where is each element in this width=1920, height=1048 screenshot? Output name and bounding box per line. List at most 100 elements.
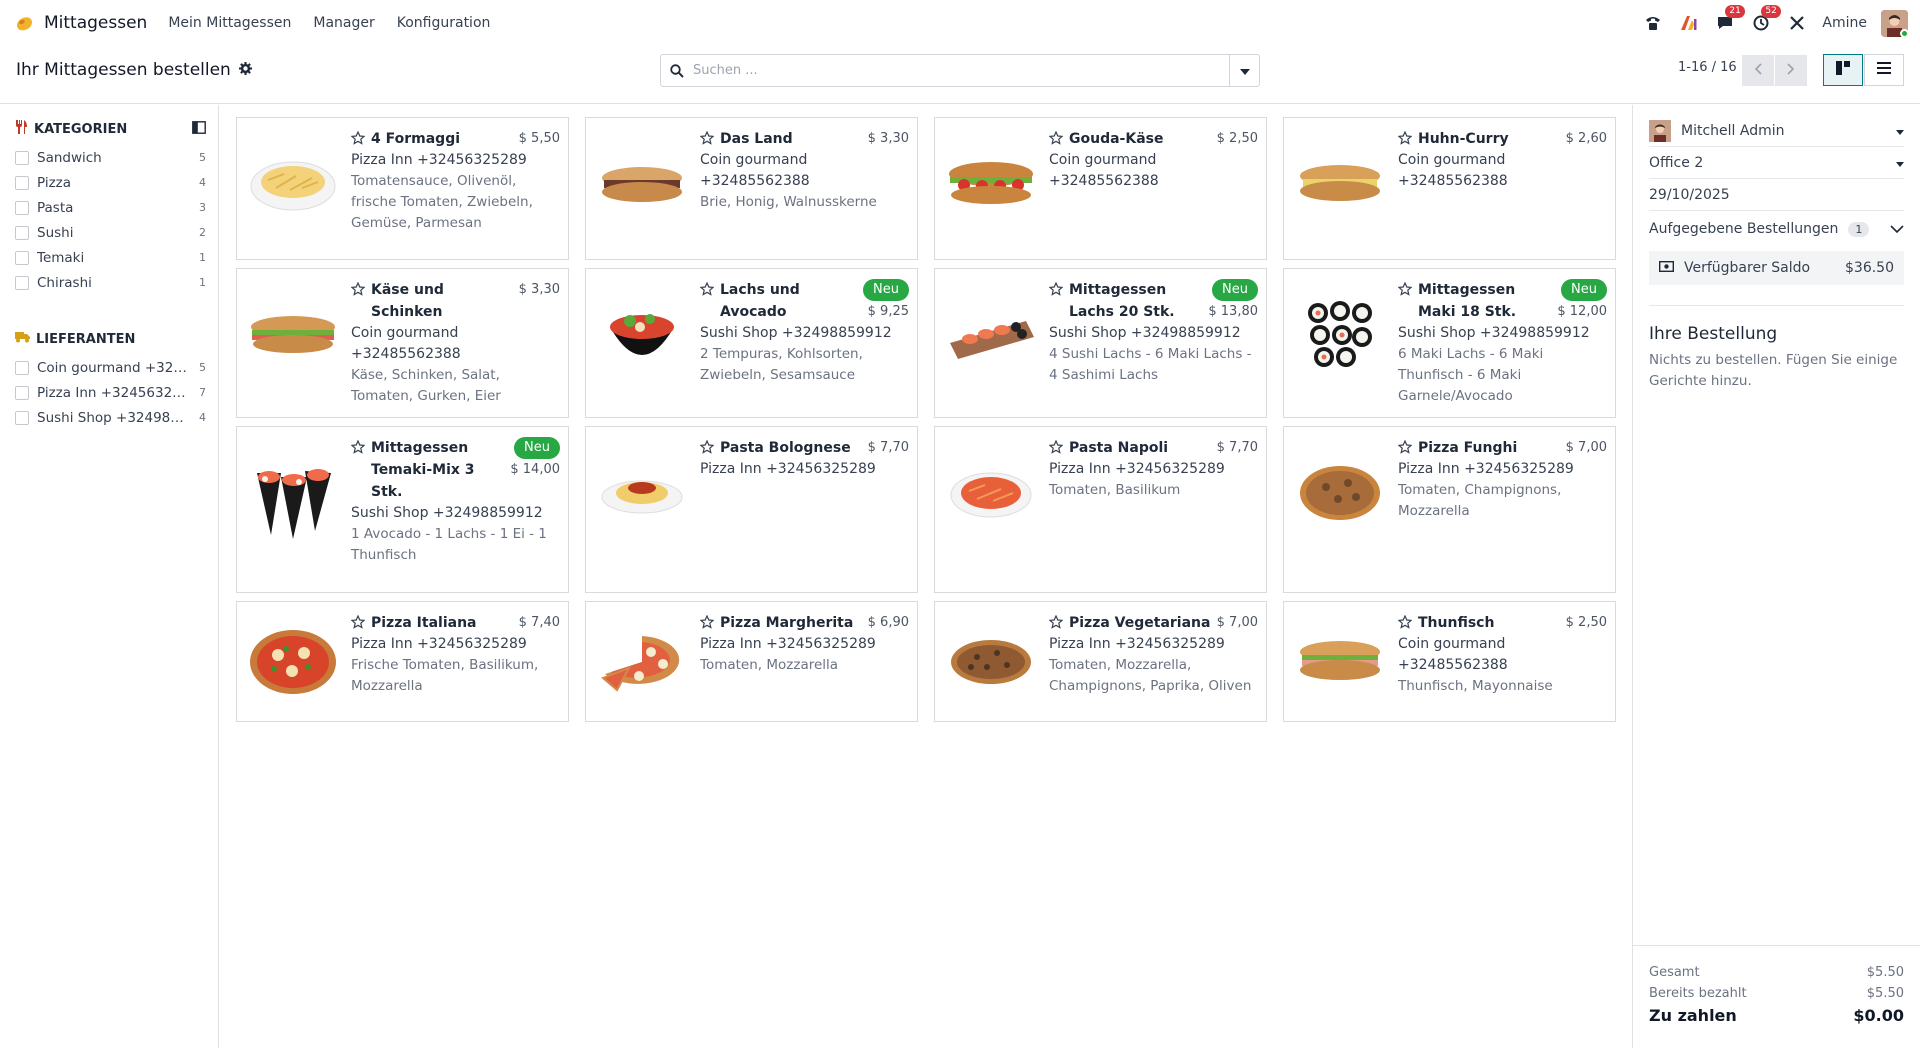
pager-value[interactable]: 1-16 / 16 xyxy=(1678,60,1737,75)
star-icon[interactable] xyxy=(1048,130,1064,149)
product-card[interactable]: Pizza Vegetariana $ 7,00 Pizza Inn +3245… xyxy=(934,601,1267,722)
star-icon[interactable] xyxy=(350,614,366,633)
page-title: Ihr Mittagessen bestellen xyxy=(16,60,252,80)
gear-icon[interactable] xyxy=(238,60,252,80)
kanban-icon xyxy=(1836,61,1850,79)
star-icon[interactable] xyxy=(350,281,366,300)
product-price: $ 6,90 xyxy=(867,615,909,630)
app-name[interactable]: Mittagessen xyxy=(44,13,147,33)
search-options-toggle[interactable] xyxy=(1229,55,1259,86)
product-card[interactable]: Pasta Napoli $ 7,70 Pizza Inn +324563252… xyxy=(934,426,1267,593)
product-card[interactable]: Lachs und Avocado Neu $ 9,25 Sushi Shop +… xyxy=(585,268,918,418)
sandwich-image xyxy=(945,138,1037,230)
star-icon[interactable] xyxy=(699,130,715,149)
star-icon[interactable] xyxy=(350,130,366,149)
product-card[interactable]: Pasta Bolognese $ 7,70 Pizza Inn +324563… xyxy=(585,426,918,593)
product-card[interactable]: Das Land $ 3,30 Coin gourmand +324855623… xyxy=(585,117,918,260)
ai-icon[interactable] xyxy=(1678,12,1700,34)
checkbox[interactable] xyxy=(15,410,29,425)
product-name: Pizza Funghi xyxy=(1418,440,1518,456)
checkbox[interactable] xyxy=(15,385,29,400)
product-card[interactable]: Thunfisch $ 2,50 Coin gourmand +32485562… xyxy=(1283,601,1616,722)
menu-configuration[interactable]: Konfiguration xyxy=(397,15,491,31)
supplier-filter-sushi-shop[interactable]: Sushi Shop +3249885... 4 xyxy=(15,405,206,430)
product-card[interactable]: Pizza Margherita $ 6,90 Pizza Inn +32456… xyxy=(585,601,918,722)
product-card[interactable]: Pizza Italiana $ 7,40 Pizza Inn +3245632… xyxy=(236,601,569,722)
supplier-filter-pizza-inn[interactable]: Pizza Inn +32456325289 7 xyxy=(15,380,206,405)
caret-down-icon xyxy=(1896,123,1904,139)
supplier-filter-coin-gourmand[interactable]: Coin gourmand +3248... 5 xyxy=(15,355,206,380)
tuna-sandwich-image xyxy=(1294,616,1386,708)
category-filter-sushi[interactable]: Sushi 2 xyxy=(15,220,206,245)
category-filter-pizza[interactable]: Pizza 4 xyxy=(15,170,206,195)
category-filter-sandwich[interactable]: Sandwich 5 xyxy=(15,145,206,170)
menu-manager[interactable]: Manager xyxy=(313,15,374,31)
product-card[interactable]: Pizza Funghi $ 7,00 Pizza Inn +324563252… xyxy=(1283,426,1616,593)
category-filter-chirashi[interactable]: Chirashi 1 xyxy=(15,270,206,295)
user-select[interactable]: Mitchell Admin xyxy=(1649,115,1904,147)
due-row: Zu zahlen $0.00 xyxy=(1649,1004,1904,1028)
product-card[interactable]: Käse und Schinken $ 3,30 Coin gourmand +… xyxy=(236,268,569,418)
star-icon[interactable] xyxy=(1048,281,1064,300)
product-card[interactable]: Mittagessen Maki 18 Stk. Neu $ 12,00 Sush… xyxy=(1283,268,1616,418)
product-name: Mittagessen Temaki-Mix 3 Stk. xyxy=(371,440,475,500)
checkbox[interactable] xyxy=(15,225,29,240)
star-icon[interactable] xyxy=(1048,614,1064,633)
menu-my-lunch[interactable]: Mein Mittagessen xyxy=(168,15,291,31)
product-card[interactable]: Mittagessen Temaki-Mix 3 Stk. Neu $ 14,00… xyxy=(236,426,569,593)
balance-label: Verfügbarer Saldo xyxy=(1684,260,1811,276)
list-view-button[interactable] xyxy=(1864,54,1904,86)
star-icon[interactable] xyxy=(1397,281,1413,300)
tools-icon[interactable] xyxy=(1786,12,1808,34)
star-icon[interactable] xyxy=(1397,439,1413,458)
product-price: $ 9,25 xyxy=(867,304,909,319)
user-avatar[interactable] xyxy=(1881,9,1908,37)
product-card[interactable]: Mittagessen Lachs 20 Stk. Neu $ 13,80 Sus… xyxy=(934,268,1267,418)
lunch-app-icon[interactable] xyxy=(12,11,36,35)
search-input[interactable] xyxy=(693,63,1229,78)
star-icon[interactable] xyxy=(350,439,366,458)
sidebar-collapse-icon[interactable] xyxy=(192,120,206,138)
phone-icon[interactable] xyxy=(1642,12,1664,34)
checkbox[interactable] xyxy=(15,360,29,375)
pager-previous-button[interactable] xyxy=(1742,55,1774,86)
messages-count-badge: 21 xyxy=(1725,5,1745,18)
star-icon[interactable] xyxy=(699,614,715,633)
product-vendor: Pizza Inn +32456325289 xyxy=(351,636,527,652)
new-badge: Neu xyxy=(1561,279,1607,301)
product-price: $ 2,60 xyxy=(1565,131,1607,146)
product-description: 4 Sushi Lachs - 6 Maki Lachs - 4 Sashimi… xyxy=(1049,346,1252,383)
sandwich-image xyxy=(1294,138,1386,230)
checkbox[interactable] xyxy=(15,200,29,215)
product-card[interactable]: Gouda-Käse $ 2,50 Coin gourmand +3248556… xyxy=(934,117,1267,260)
company-name[interactable]: Amine xyxy=(1822,15,1867,31)
checkbox[interactable] xyxy=(15,150,29,165)
checkbox[interactable] xyxy=(15,250,29,265)
star-icon[interactable] xyxy=(699,439,715,458)
placed-orders-toggle[interactable]: Aufgegebene Bestellungen 1 xyxy=(1649,211,1904,247)
product-vendor: Sushi Shop +32498859912 xyxy=(351,505,543,521)
product-card[interactable]: Huhn-Curry $ 2,60 Coin gourmand +3248556… xyxy=(1283,117,1616,260)
product-card[interactable]: 4 Formaggi $ 5,50 Pizza Inn +32456325289… xyxy=(236,117,569,260)
balance-amount: $36.50 xyxy=(1845,260,1894,276)
checkbox[interactable] xyxy=(15,275,29,290)
date-field[interactable]: 29/10/2025 xyxy=(1649,179,1904,211)
chevron-right-icon xyxy=(1787,62,1795,79)
checkbox[interactable] xyxy=(15,175,29,190)
filter-count: 2 xyxy=(199,226,206,239)
kanban-view-button[interactable] xyxy=(1823,54,1863,86)
product-name: Pasta Bolognese xyxy=(720,440,851,456)
location-select[interactable]: Office 2 xyxy=(1649,147,1904,179)
pager-next-button[interactable] xyxy=(1775,55,1807,86)
messages-icon[interactable]: 21 xyxy=(1714,5,1745,34)
category-filter-pasta[interactable]: Pasta 3 xyxy=(15,195,206,220)
product-vendor: Pizza Inn +32456325289 xyxy=(351,152,527,168)
star-icon[interactable] xyxy=(699,281,715,300)
star-icon[interactable] xyxy=(1048,439,1064,458)
filter-count: 5 xyxy=(199,361,206,374)
product-name: 4 Formaggi xyxy=(371,131,461,147)
star-icon[interactable] xyxy=(1397,614,1413,633)
category-filter-temaki[interactable]: Temaki 1 xyxy=(15,245,206,270)
star-icon[interactable] xyxy=(1397,130,1413,149)
activity-clock-icon[interactable]: 52 xyxy=(1750,5,1781,34)
